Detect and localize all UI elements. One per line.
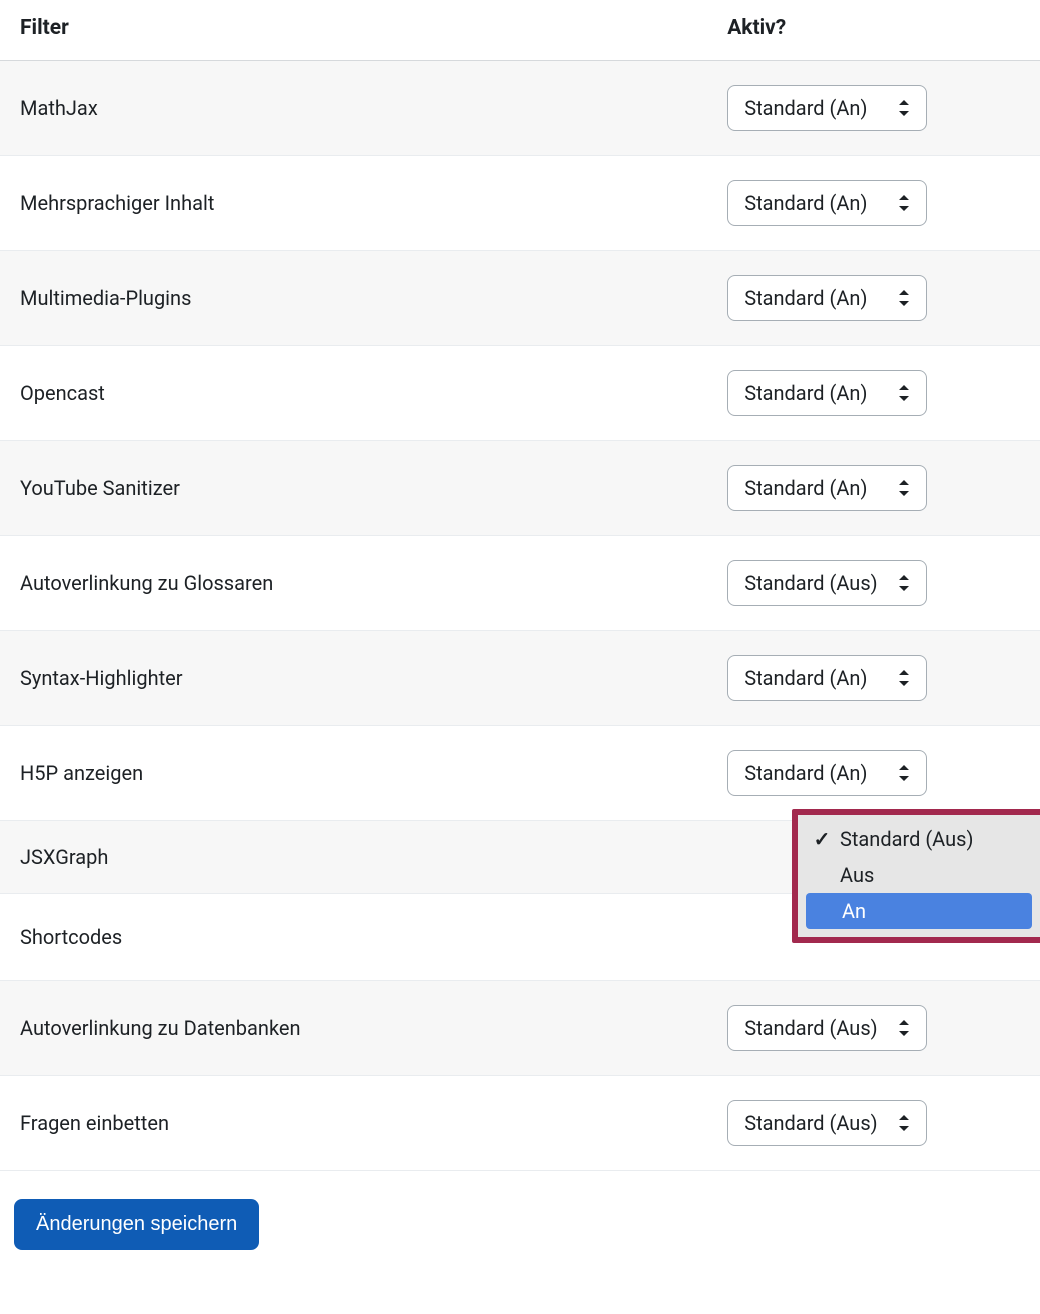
active-select[interactable]: Standard (An) xyxy=(727,85,927,131)
table-row: H5P anzeigen Standard (An) xyxy=(0,726,1040,821)
select-value: Standard (An) xyxy=(744,666,867,690)
check-icon: ✓ xyxy=(812,827,832,851)
filter-table: Filter Aktiv? MathJax Standard (An) Mehr… xyxy=(0,0,1040,1171)
filter-name: Multimedia-Plugins xyxy=(0,251,707,346)
table-row: Multimedia-Plugins Standard (An) xyxy=(0,251,1040,346)
select-value: Standard (An) xyxy=(744,761,867,785)
active-select-open[interactable]: ✓ Standard (Aus) Aus An xyxy=(792,809,1040,943)
filter-name: Opencast xyxy=(0,346,707,441)
table-row: Autoverlinkung zu Datenbanken Standard (… xyxy=(0,981,1040,1076)
filter-name: Autoverlinkung zu Glossaren xyxy=(0,536,707,631)
select-value: Standard (An) xyxy=(744,381,867,405)
table-row: Opencast Standard (An) xyxy=(0,346,1040,441)
active-select[interactable]: Standard (An) xyxy=(727,275,927,321)
filter-name: Syntax-Highlighter xyxy=(0,631,707,726)
table-row: Mehrsprachiger Inhalt Standard (An) xyxy=(0,156,1040,251)
select-value: Standard (An) xyxy=(744,286,867,310)
active-select[interactable]: Standard (Aus) xyxy=(727,1005,927,1051)
active-select[interactable]: Standard (An) xyxy=(727,750,927,796)
active-select[interactable]: Standard (An) xyxy=(727,370,927,416)
table-header-row: Filter Aktiv? xyxy=(0,0,1040,61)
filter-name: H5P anzeigen xyxy=(0,726,707,821)
dropdown-listbox: ✓ Standard (Aus) Aus An xyxy=(804,821,1034,929)
filter-name: MathJax xyxy=(0,61,707,156)
select-value: Standard (An) xyxy=(744,96,867,120)
sort-icon xyxy=(898,1115,910,1131)
save-button[interactable]: Änderungen speichern xyxy=(14,1199,259,1250)
table-row: MathJax Standard (An) xyxy=(0,61,1040,156)
header-active: Aktiv? xyxy=(707,0,1040,61)
select-value: Standard (Aus) xyxy=(744,1111,877,1135)
header-filter: Filter xyxy=(0,0,707,61)
sort-icon xyxy=(898,385,910,401)
sort-icon xyxy=(898,290,910,306)
select-value: Standard (Aus) xyxy=(744,1016,877,1040)
dropdown-option[interactable]: An xyxy=(806,893,1032,929)
table-row: JSXGraph ✓ Standard (Aus) Aus xyxy=(0,821,1040,894)
filter-name: Autoverlinkung zu Datenbanken xyxy=(0,981,707,1076)
active-select[interactable]: Standard (An) xyxy=(727,180,927,226)
table-row: Syntax-Highlighter Standard (An) xyxy=(0,631,1040,726)
active-select[interactable]: Standard (An) xyxy=(727,465,927,511)
filter-name: Shortcodes xyxy=(0,894,707,981)
filter-name: Mehrsprachiger Inhalt xyxy=(0,156,707,251)
sort-icon xyxy=(898,670,910,686)
sort-icon xyxy=(898,765,910,781)
sort-icon xyxy=(898,575,910,591)
dropdown-option[interactable]: Aus xyxy=(804,857,1034,893)
active-select[interactable]: Standard (An) xyxy=(727,655,927,701)
table-row: Autoverlinkung zu Glossaren Standard (Au… xyxy=(0,536,1040,631)
select-value: Standard (An) xyxy=(744,191,867,215)
active-select[interactable]: Standard (Aus) xyxy=(727,560,927,606)
sort-icon xyxy=(898,100,910,116)
option-label: Aus xyxy=(840,863,874,887)
sort-icon xyxy=(898,1020,910,1036)
dropdown-option[interactable]: ✓ Standard (Aus) xyxy=(804,821,1034,857)
sort-icon xyxy=(898,480,910,496)
filter-name: YouTube Sanitizer xyxy=(0,441,707,536)
table-row: YouTube Sanitizer Standard (An) xyxy=(0,441,1040,536)
option-label: Standard (Aus) xyxy=(840,827,973,851)
table-row: Fragen einbetten Standard (Aus) xyxy=(0,1076,1040,1171)
select-value: Standard (An) xyxy=(744,476,867,500)
filter-name: JSXGraph xyxy=(0,821,707,894)
filter-name: Fragen einbetten xyxy=(0,1076,707,1171)
option-label: An xyxy=(842,899,866,923)
sort-icon xyxy=(898,195,910,211)
active-select[interactable]: Standard (Aus) xyxy=(727,1100,927,1146)
select-value: Standard (Aus) xyxy=(744,571,877,595)
